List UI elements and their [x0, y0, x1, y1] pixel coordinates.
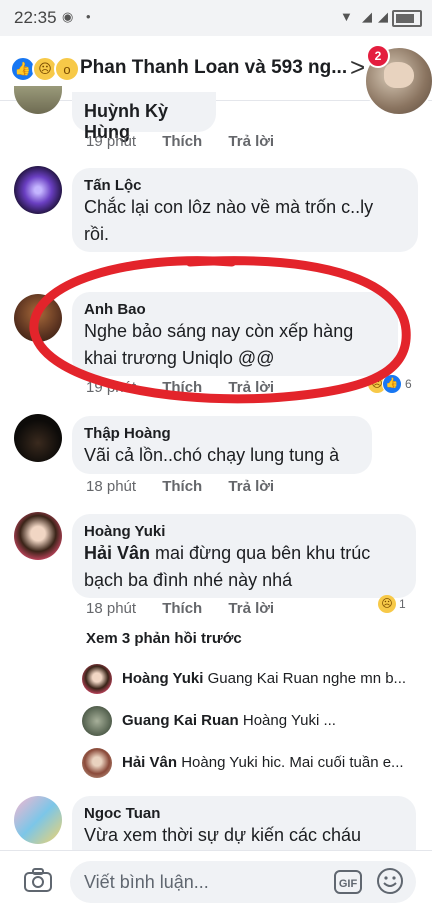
- avatar[interactable]: [14, 294, 62, 342]
- like-link[interactable]: Thích: [162, 133, 202, 150]
- reaction-count: 1: [399, 597, 406, 611]
- signal-icon: ◢: [362, 9, 372, 24]
- avatar[interactable]: [82, 748, 112, 778]
- chat-head-badge: 2: [366, 44, 390, 68]
- view-previous-replies[interactable]: Xem 3 phản hồi trước: [86, 630, 242, 647]
- comment-text: Vừa xem thời sự dự kiến các cháu: [84, 825, 362, 845]
- comment-bubble: Huỳnh Kỳ Hùng: [72, 92, 216, 142]
- comment-bubble: Thập Hoàng Vãi cả lồn..chó chạy lung tun…: [72, 416, 372, 474]
- avatar[interactable]: [14, 414, 62, 462]
- reply-text: Hoàng Yuki hic. Mai cuối tuần e...: [181, 754, 404, 771]
- avatar[interactable]: [14, 86, 62, 114]
- status-time: 22:35: [14, 8, 57, 27]
- wifi-icon: ▼: [340, 9, 353, 24]
- comment-author[interactable]: Anh Bao: [84, 301, 386, 318]
- gif-button[interactable]: GIF: [334, 870, 362, 894]
- reply-link[interactable]: Trả lời: [228, 600, 274, 617]
- like-link[interactable]: Thích: [162, 600, 202, 617]
- avatar[interactable]: [14, 796, 62, 844]
- signal2-icon: ◢: [378, 9, 388, 24]
- comment-author[interactable]: Hoàng Yuki: [84, 523, 404, 540]
- comment-text: khai trương Uniqlo @@: [84, 348, 275, 368]
- reaction-summary[interactable]: 👍 ☹ o: [10, 56, 80, 82]
- like-link[interactable]: Thích: [162, 379, 202, 396]
- comment-input[interactable]: Viết bình luận... GIF: [70, 861, 416, 903]
- reply-link[interactable]: Trả lời: [228, 379, 274, 396]
- messenger-icon: ◉: [62, 9, 74, 24]
- dot-icon: •: [86, 9, 91, 24]
- reaction-count: 6: [405, 377, 412, 391]
- comment-text: mai đừng qua bên khu trúc: [150, 543, 371, 563]
- comment-author[interactable]: Thập Hoàng: [84, 425, 360, 442]
- status-bar: 22:35 ◉ • ▼ ◢ ◢: [0, 0, 432, 36]
- avatar[interactable]: [14, 166, 62, 214]
- reply-text: Guang Kai Ruan nghe mn b...: [207, 670, 407, 687]
- comment-time: 18 phút: [86, 600, 137, 617]
- reactors-title[interactable]: Phan Thanh Loan và 593 ng...: [80, 57, 347, 79]
- reply-author[interactable]: Hoàng Yuki: [122, 670, 203, 687]
- avatar[interactable]: [14, 512, 62, 560]
- reply-link[interactable]: Trả lời: [228, 133, 274, 150]
- comment-mention[interactable]: Hải Vân: [84, 543, 150, 563]
- comment-actions: 18 phút Thích Trả lời: [86, 478, 296, 495]
- reply-link[interactable]: Trả lời: [228, 478, 274, 495]
- reply-author[interactable]: Guang Kai Ruan: [122, 712, 239, 729]
- comment-reactions[interactable]: ☹ 1: [378, 595, 406, 613]
- comment-reactions[interactable]: ☹ 👍 6: [368, 374, 412, 394]
- comment-composer: Viết bình luận... GIF: [0, 850, 432, 913]
- reply-item[interactable]: Hải Vân Hoàng Yuki hic. Mai cuối tuần e.…: [82, 748, 422, 780]
- comment-actions: 19 phút Thích Trả lời: [86, 379, 296, 396]
- comment-actions: 18 phút Thích Trả lời: [86, 600, 296, 617]
- comment-text: rồi.: [84, 224, 110, 244]
- comment-time: 19 phút: [86, 133, 137, 150]
- comment-text: Chắc lại con lôz nào về mà trốn c..ly: [84, 197, 374, 217]
- emoji-icon[interactable]: [376, 867, 404, 895]
- comment-actions: 19 phút Thích Trả lời: [86, 133, 296, 150]
- comment-bubble: Tấn Lộc Chắc lại con lôz nào về mà trốn …: [72, 168, 418, 252]
- comment-bubble: Hoàng Yuki Hải Vân mai đừng qua bên khu …: [72, 514, 416, 598]
- comment-author[interactable]: Ngoc Tuan: [84, 805, 404, 822]
- comment-text: Vãi cả lồn..chó chạy lung tung à: [84, 445, 340, 465]
- camera-icon[interactable]: [24, 868, 52, 892]
- wow-icon: o: [54, 56, 80, 82]
- like-icon: 👍: [382, 374, 402, 394]
- reply-author[interactable]: Hải Vân: [122, 754, 177, 771]
- chevron-right-icon[interactable]: >: [350, 52, 365, 83]
- reply-item[interactable]: Hoàng Yuki Guang Kai Ruan nghe mn b...: [82, 664, 422, 696]
- comment-author[interactable]: Tấn Lộc: [84, 177, 406, 194]
- avatar[interactable]: [82, 664, 112, 694]
- reply-item[interactable]: Guang Kai Ruan Hoàng Yuki ...: [82, 706, 422, 738]
- avatar[interactable]: [82, 706, 112, 736]
- comment-text: Nghe bảo sáng nay còn xếp hàng: [84, 321, 354, 341]
- reply-text: Hoàng Yuki ...: [242, 712, 336, 729]
- like-link[interactable]: Thích: [162, 478, 202, 495]
- comment-bubble: Anh Bao Nghe bảo sáng nay còn xếp hàng k…: [72, 292, 398, 376]
- comment-time: 19 phút: [86, 379, 137, 396]
- comment-time: 18 phút: [86, 478, 137, 495]
- comment-text: bạch ba đình nhé này nhá: [84, 570, 293, 590]
- battery-icon: [392, 10, 422, 27]
- sad-icon: ☹: [378, 595, 396, 613]
- comment-placeholder: Viết bình luận...: [84, 872, 209, 892]
